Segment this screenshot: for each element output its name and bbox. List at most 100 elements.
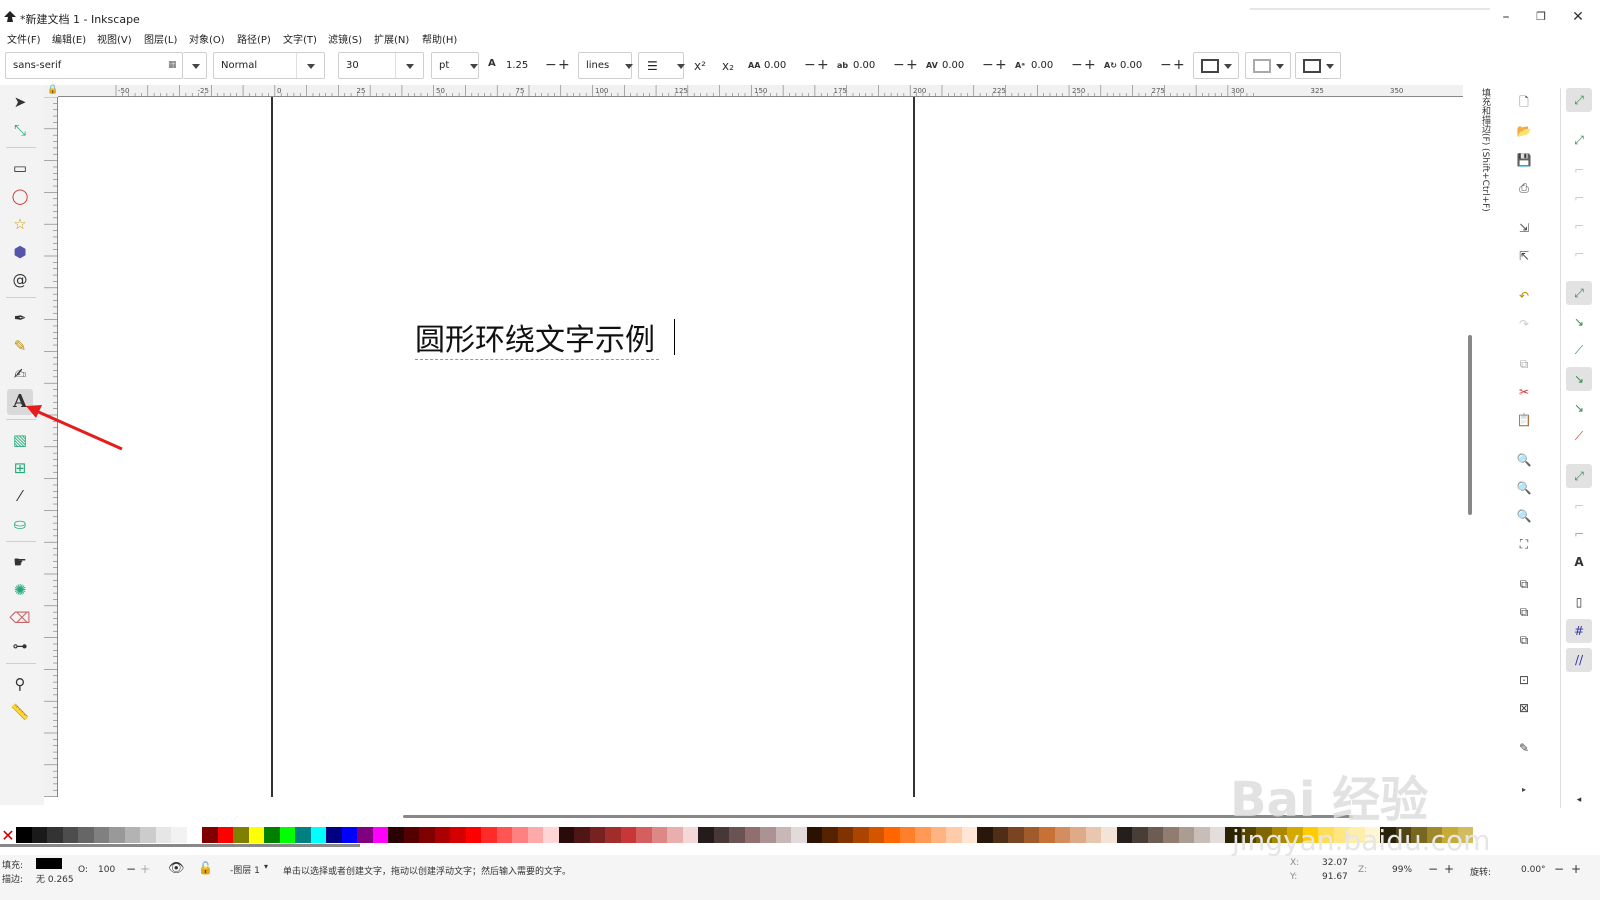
menu-text[interactable]: 文字(T) [283,31,317,46]
cut-icon[interactable]: ✂ [1514,382,1534,402]
font-unit-combo[interactable]: pt [431,52,479,79]
menu-extensions[interactable]: 扩展(N) [374,31,409,46]
color-swatch[interactable] [202,827,218,843]
pen-tool-icon[interactable]: ✒ [7,305,33,331]
color-swatch[interactable] [682,827,698,843]
menu-help[interactable]: 帮助(H) [422,31,457,46]
color-swatch[interactable] [78,827,94,843]
spiral-tool-icon[interactable]: @ [7,267,33,293]
color-swatch[interactable] [946,827,962,843]
decrement-icon[interactable]: − [804,57,816,73]
color-swatch[interactable] [295,827,311,843]
fill-indicator[interactable] [36,858,62,869]
ungroup-icon[interactable]: ⊠ [1514,698,1534,718]
snap-enable-icon[interactable]: ⤢ [1566,88,1592,112]
palette-scrollbar[interactable] [0,844,360,847]
color-swatch[interactable] [961,827,977,843]
undo-icon[interactable]: ↶ [1514,286,1534,306]
color-swatch[interactable] [171,827,187,843]
color-swatch[interactable] [775,827,791,843]
color-swatch[interactable] [341,827,357,843]
chevron-right-icon[interactable]: ▸ [1514,780,1534,800]
color-swatch[interactable] [450,827,466,843]
font-family-combo[interactable]: sans-serif ▦ [5,52,183,79]
zoom-drawing-icon[interactable]: 🔍 [1514,478,1534,498]
color-swatch[interactable] [558,827,574,843]
pencil-tool-icon[interactable]: ✎ [7,333,33,359]
color-swatch[interactable] [977,827,993,843]
paint-bucket-tool-icon[interactable]: ⛀ [7,511,33,537]
color-swatch[interactable] [884,827,900,843]
snap-nodes-icon[interactable]: ⤢ [1566,281,1592,305]
snap-smooth-nodes-icon[interactable]: ↘ [1566,396,1592,420]
zoom-page-icon[interactable]: 🔍 [1514,506,1534,526]
zoom-in-icon[interactable]: + [1444,862,1454,876]
color-swatch[interactable] [1008,827,1024,843]
color-swatch[interactable] [47,827,63,843]
increment-icon[interactable]: + [1084,57,1096,73]
increment-icon[interactable]: + [558,57,570,73]
color-swatch[interactable] [1039,827,1055,843]
color-swatch[interactable] [357,827,373,843]
unlink-clone-icon[interactable]: ⧉ [1514,630,1534,650]
snap-text-baseline-icon[interactable]: A [1566,550,1592,574]
color-swatch[interactable] [403,827,419,843]
save-icon[interactable]: 💾 [1514,150,1534,170]
group-icon[interactable]: ⊡ [1514,670,1534,690]
color-swatch[interactable] [1070,827,1086,843]
decrement-icon[interactable]: − [126,862,136,876]
color-swatch[interactable] [481,827,497,843]
snap-cusp-nodes-icon[interactable]: ↘ [1566,367,1592,391]
color-swatch[interactable] [248,827,264,843]
measure-tool-icon[interactable]: 📏 [7,699,33,725]
decrement-icon[interactable]: − [1160,57,1172,73]
color-swatch[interactable] [1054,827,1070,843]
color-swatch[interactable] [651,827,667,843]
snap-bbox-corners-icon[interactable]: ⌐ [1566,186,1592,210]
decrement-icon[interactable]: − [982,57,994,73]
color-swatch[interactable] [465,827,481,843]
color-swatch[interactable] [16,827,32,843]
horizontal-ruler[interactable]: -50 -25 0 25 50 75 100 125 150 175 200 225 250 275 300… [58,85,1463,97]
color-swatch[interactable] [233,827,249,843]
color-swatch[interactable] [899,827,915,843]
restore-button[interactable]: ❐ [1532,8,1550,26]
color-swatch[interactable] [729,827,745,843]
calligraphy-tool-icon[interactable]: ✍ [7,361,33,387]
node-tool-icon[interactable]: ⤡ [7,117,33,143]
open-file-icon[interactable]: 📂 [1514,121,1534,141]
word-spacing-spinner[interactable]: ab 0.00 − + [837,55,921,77]
decrement-icon[interactable]: − [893,57,905,73]
menu-edit[interactable]: 编辑(E) [52,31,86,46]
menu-filters[interactable]: 滤镜(S) [328,31,362,46]
color-swatch[interactable] [868,827,884,843]
color-swatch[interactable] [744,827,760,843]
vertical-scrollbar-thumb[interactable] [1468,335,1472,515]
rotate-value[interactable]: 0.00° [1521,865,1546,875]
snap-line-midpoints-icon[interactable]: ⟋ [1566,424,1592,448]
eraser-tool-icon[interactable]: ⌫ [7,605,33,631]
line-height-spinner[interactable]: A 1.25 − + [488,55,572,77]
snap-bbox-icon[interactable]: ⤢ [1566,128,1592,152]
vertical-scrollbar[interactable] [1463,85,1475,797]
menu-path[interactable]: 路径(P) [237,31,271,46]
color-swatch[interactable] [109,827,125,843]
color-swatch[interactable] [992,827,1008,843]
snap-bbox-centers-icon[interactable]: ⌐ [1566,242,1592,266]
toggle-visibility-icon[interactable]: 👁 [168,861,185,876]
export-icon[interactable]: ⇱ [1514,246,1534,266]
color-swatch[interactable] [1147,827,1163,843]
snap-bbox-midpoints-icon[interactable]: ⌐ [1566,214,1592,238]
new-document-icon[interactable]: 🗋 [1514,92,1534,112]
color-swatch[interactable] [915,827,931,843]
snap-guides-icon[interactable]: // [1566,648,1592,672]
color-swatch[interactable] [853,827,869,843]
color-swatch[interactable] [620,827,636,843]
spray-tool-icon[interactable]: ✺ [7,577,33,603]
color-swatch[interactable] [837,827,853,843]
color-swatch[interactable] [310,827,326,843]
zoom-value[interactable]: 99% [1392,865,1412,875]
color-swatch[interactable] [605,827,621,843]
snap-grids-icon[interactable]: # [1566,619,1592,643]
snap-rotation-centers-icon[interactable]: ⌐ [1566,522,1592,546]
